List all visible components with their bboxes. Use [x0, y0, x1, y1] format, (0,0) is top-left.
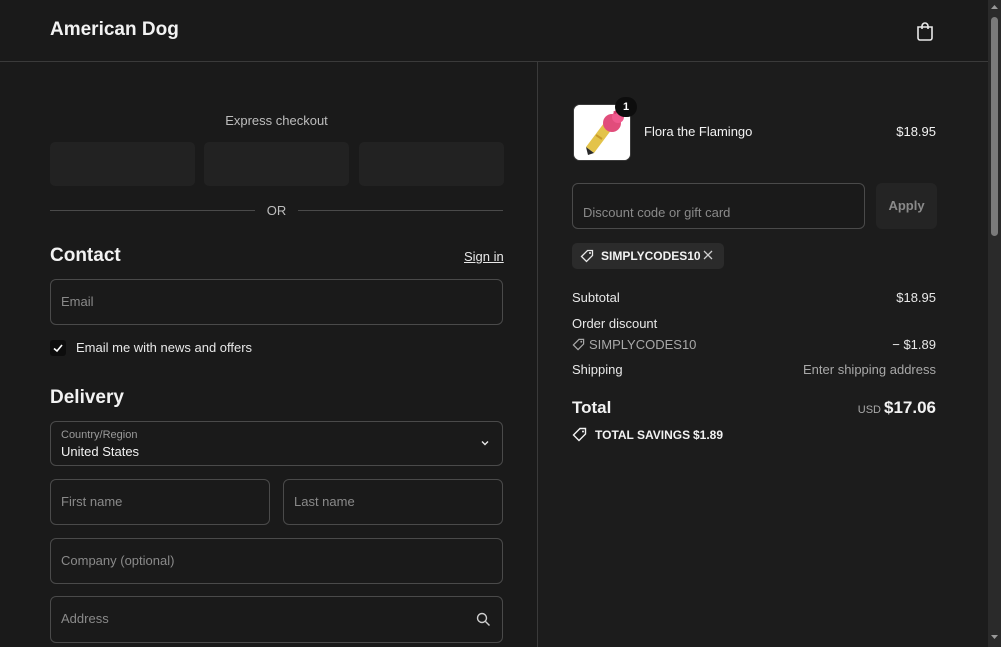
email-input[interactable] — [51, 280, 502, 324]
order-summary: 1 Flora the Flamingo $18.95 Discount cod… — [538, 62, 988, 647]
delivery-title: Delivery — [50, 387, 124, 408]
remove-code-icon[interactable] — [702, 249, 714, 261]
email-field[interactable]: Email — [50, 279, 503, 325]
discount-placeholder: Discount code or gift card — [583, 205, 731, 220]
tag-icon — [572, 338, 585, 351]
search-icon[interactable] — [476, 612, 491, 627]
first-name-field[interactable]: First name — [50, 479, 270, 525]
discount-value: − $1.89 — [892, 337, 936, 352]
savings-label: TOTAL SAVINGS — [595, 428, 691, 442]
or-divider: OR — [50, 203, 503, 219]
checkmark-icon — [53, 344, 63, 353]
scrollbar-thumb[interactable] — [991, 17, 998, 236]
contact-title: Contact — [50, 245, 121, 266]
subtotal-label: Subtotal — [572, 290, 620, 305]
last-name-field[interactable]: Last name — [283, 479, 503, 525]
country-select[interactable]: Country/Region United States — [50, 421, 503, 466]
sign-in-link[interactable]: Sign in — [464, 249, 504, 264]
shipping-value: Enter shipping address — [803, 362, 936, 377]
total-currency: USD — [857, 404, 881, 416]
company-field[interactable]: Company (optional) — [50, 538, 503, 584]
scroll-down-arrow-icon[interactable] — [991, 634, 998, 640]
shopping-bag-icon[interactable] — [915, 20, 935, 42]
order-discount-label: Order discount — [572, 316, 658, 331]
savings-value: $1.89 — [693, 428, 724, 442]
applied-code-chip: SIMPLYCODES10 — [572, 243, 724, 269]
page-scrollbar[interactable] — [988, 0, 1001, 647]
newsletter-checkbox[interactable] — [50, 340, 66, 356]
product-price: $18.95 — [896, 124, 936, 139]
express-pay-button-1[interactable] — [50, 142, 195, 186]
total-label: Total — [572, 398, 612, 417]
address-field[interactable]: Address — [50, 596, 503, 643]
first-name-placeholder: First name — [61, 494, 123, 509]
address-placeholder: Address — [61, 611, 109, 626]
last-name-placeholder: Last name — [294, 494, 355, 509]
savings-tag-icon — [572, 427, 587, 442]
discount-code-row: SIMPLYCODES10 — [572, 337, 732, 353]
country-label: Country/Region — [61, 429, 138, 441]
applied-code: SIMPLYCODES10 — [601, 249, 701, 263]
tag-icon — [580, 249, 594, 263]
site-header: American Dog — [0, 0, 988, 62]
express-pay-button-2[interactable] — [204, 142, 349, 186]
newsletter-label: Email me with news and offers — [76, 340, 253, 355]
discount-code-text: SIMPLYCODES10 — [589, 337, 697, 352]
checkout-form: Express checkout OR Contact Sign in Emai… — [0, 62, 538, 647]
shipping-label: Shipping — [572, 362, 623, 377]
country-value: United States — [61, 444, 140, 459]
express-checkout-title: Express checkout — [225, 113, 328, 128]
company-placeholder: Company (optional) — [61, 553, 175, 568]
product-name: Flora the Flamingo — [644, 124, 753, 139]
scroll-up-arrow-icon[interactable] — [991, 4, 998, 10]
brand-logo[interactable]: American Dog — [50, 19, 179, 41]
total-value: $17.06 — [884, 398, 936, 417]
discount-code-field[interactable]: Discount code or gift card — [572, 183, 865, 229]
divider-line — [298, 210, 503, 211]
apply-button[interactable]: Apply — [876, 183, 937, 229]
chevron-down-icon — [481, 441, 489, 446]
express-pay-button-3[interactable] — [359, 142, 504, 186]
subtotal-value: $18.95 — [896, 290, 936, 305]
quantity-badge: 1 — [615, 97, 637, 117]
